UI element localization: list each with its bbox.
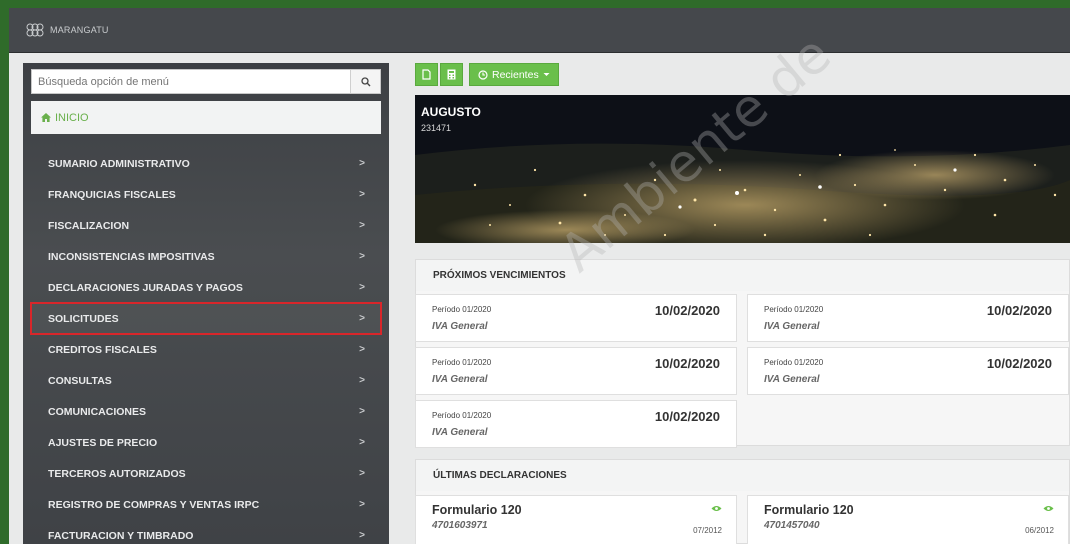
app-frame: MARANGATU INICIO SUMARIO ADMINISTRATIVO … (9, 8, 1070, 544)
sidebar-item-comunicaciones[interactable]: COMUNICACIONES > (31, 396, 381, 427)
chevron-right-icon: > (359, 406, 365, 417)
sidebar-item-label: COMUNICACIONES (48, 405, 147, 418)
vencimiento-date: 10/02/2020 (654, 303, 720, 318)
sidebar-item-consultas[interactable]: CONSULTAS > (31, 365, 381, 396)
vencimiento-period: Período 01/2020 (432, 305, 492, 314)
vencimientos-title: PRÓXIMOS VENCIMIENTOS (416, 260, 1069, 291)
declaracion-period: 07/2012 (693, 526, 722, 535)
chevron-right-icon: > (359, 344, 365, 355)
vencimiento-card[interactable]: Período 01/2020 10/02/2020 IVA General (415, 294, 737, 342)
calculator-button[interactable] (440, 63, 463, 86)
logo-icon (26, 23, 44, 37)
declaracion-period: 06/2012 (1025, 526, 1054, 535)
menu-search-input[interactable] (32, 70, 350, 93)
sidebar-item-ajustes-de-precio[interactable]: AJUSTES DE PRECIO > (31, 427, 381, 458)
sidebar-item-label: FISCALIZACION (48, 219, 130, 232)
declaracion-card[interactable]: Formulario 120 4701603971 07/2012 (415, 495, 737, 544)
sidebar-item-label: AJUSTES DE PRECIO (48, 436, 158, 449)
sidebar-item-franquicias-fiscales[interactable]: FRANQUICIAS FISCALES > (31, 179, 381, 210)
chevron-right-icon: > (359, 251, 365, 262)
menu-search-button[interactable] (350, 70, 380, 93)
sidebar-item-label: INCONSISTENCIAS IMPOSITIVAS (48, 250, 215, 263)
sidebar-item-facturacion-timbrado[interactable]: FACTURACION Y TIMBRADO > (31, 520, 381, 544)
chevron-right-icon: > (359, 189, 365, 200)
sidebar-item-creditos-fiscales[interactable]: CREDITOS FISCALES > (31, 334, 381, 365)
chevron-right-icon: > (359, 313, 365, 324)
recientes-label: Recientes (492, 68, 539, 81)
sidebar-item-label: CONSULTAS (48, 374, 112, 387)
chevron-right-icon: > (359, 375, 365, 386)
document-icon (422, 69, 431, 80)
vencimiento-period: Período 01/2020 (764, 358, 824, 367)
vencimiento-card[interactable]: Período 01/2020 10/02/2020 IVA General (747, 347, 1069, 395)
eye-icon[interactable] (1043, 505, 1054, 512)
sidebar-menu: SUMARIO ADMINISTRATIVO > FRANQUICIAS FIS… (30, 148, 382, 544)
declaracion-code: 4701603971 (432, 520, 488, 531)
top-bar: MARANGATU (9, 8, 1070, 53)
sidebar-item-label: SUMARIO ADMINISTRATIVO (48, 157, 190, 170)
sidebar-item-label: DECLARACIONES JURADAS Y PAGOS (48, 281, 243, 294)
sidebar-item-fiscalizacion[interactable]: FISCALIZACION > (31, 210, 381, 241)
declaraciones-title: ÚLTIMAS DECLARACIONES (416, 460, 1069, 491)
vencimiento-period: Período 01/2020 (432, 358, 492, 367)
vencimiento-date: 10/02/2020 (654, 356, 720, 371)
sidebar-item-terceros-autorizados[interactable]: TERCEROS AUTORIZADOS > (31, 458, 381, 489)
declaracion-form: Formulario 120 (432, 503, 522, 517)
sidebar-item-declaraciones-juradas[interactable]: DECLARACIONES JURADAS Y PAGOS > (31, 272, 381, 303)
chevron-right-icon: > (359, 499, 365, 510)
declaracion-form: Formulario 120 (764, 503, 854, 517)
vencimiento-period: Período 01/2020 (432, 411, 492, 420)
home-icon (41, 113, 51, 122)
search-icon (360, 76, 370, 86)
caret-down-icon (543, 73, 550, 76)
chevron-right-icon: > (359, 437, 365, 448)
taxpayer-ruc: 231471 (421, 123, 452, 133)
vencimiento-tax: IVA General (432, 374, 488, 385)
chevron-right-icon: > (359, 530, 365, 541)
vencimiento-tax: IVA General (764, 374, 820, 385)
vencimiento-card[interactable]: Período 01/2020 10/02/2020 IVA General (415, 347, 737, 395)
vencimiento-date: 10/02/2020 (986, 356, 1052, 371)
chevron-right-icon: > (359, 220, 365, 231)
brand-name: MARANGATU (50, 25, 109, 35)
vencimiento-card[interactable]: Período 01/2020 10/02/2020 IVA General (415, 400, 737, 448)
sidebar-item-label: TERCEROS AUTORIZADOS (48, 467, 186, 480)
vencimiento-tax: IVA General (432, 427, 488, 438)
clock-icon (478, 69, 488, 80)
chevron-right-icon: > (359, 158, 365, 169)
declaracion-code: 4701457040 (764, 520, 820, 531)
toolbar: Recientes (415, 63, 559, 86)
sidebar-item-solicitudes[interactable]: SOLICITUDES > (30, 302, 382, 335)
vencimiento-tax: IVA General (764, 321, 820, 332)
vencimiento-date: 10/02/2020 (986, 303, 1052, 318)
sidebar-item-inicio-label: INICIO (55, 111, 89, 124)
brand-logo[interactable]: MARANGATU (24, 22, 109, 38)
sidebar-item-inicio[interactable]: INICIO (31, 101, 381, 134)
sidebar-item-inconsistencias-impositivas[interactable]: INCONSISTENCIAS IMPOSITIVAS > (31, 241, 381, 272)
declaracion-card[interactable]: Formulario 120 4701457040 06/2012 (747, 495, 1069, 544)
new-document-button[interactable] (415, 63, 438, 86)
sidebar-item-sumario-administrativo[interactable]: SUMARIO ADMINISTRATIVO > (31, 148, 381, 179)
vencimiento-card[interactable]: Período 01/2020 10/02/2020 IVA General (747, 294, 1069, 342)
sidebar: INICIO SUMARIO ADMINISTRATIVO > FRANQUIC… (23, 63, 389, 544)
eye-icon[interactable] (711, 505, 722, 512)
calculator-icon (447, 69, 456, 80)
sidebar-item-registro-compras-ventas[interactable]: REGISTRO DE COMPRAS Y VENTAS IRPC > (31, 489, 381, 520)
taxpayer-name: AUGUSTO (421, 105, 481, 119)
chevron-right-icon: > (359, 468, 365, 479)
sidebar-item-label: CREDITOS FISCALES (48, 343, 157, 356)
vencimiento-period: Período 01/2020 (764, 305, 824, 314)
recientes-dropdown-button[interactable]: Recientes (469, 63, 559, 86)
chevron-right-icon: > (359, 282, 365, 293)
sidebar-item-label: FACTURACION Y TIMBRADO (48, 529, 194, 542)
sidebar-item-label: FRANQUICIAS FISCALES (48, 188, 176, 201)
vencimiento-date: 10/02/2020 (654, 409, 720, 424)
menu-search (31, 69, 381, 94)
sidebar-item-label: REGISTRO DE COMPRAS Y VENTAS IRPC (48, 498, 260, 511)
sidebar-item-label: SOLICITUDES (48, 312, 119, 325)
vencimiento-tax: IVA General (432, 321, 488, 332)
